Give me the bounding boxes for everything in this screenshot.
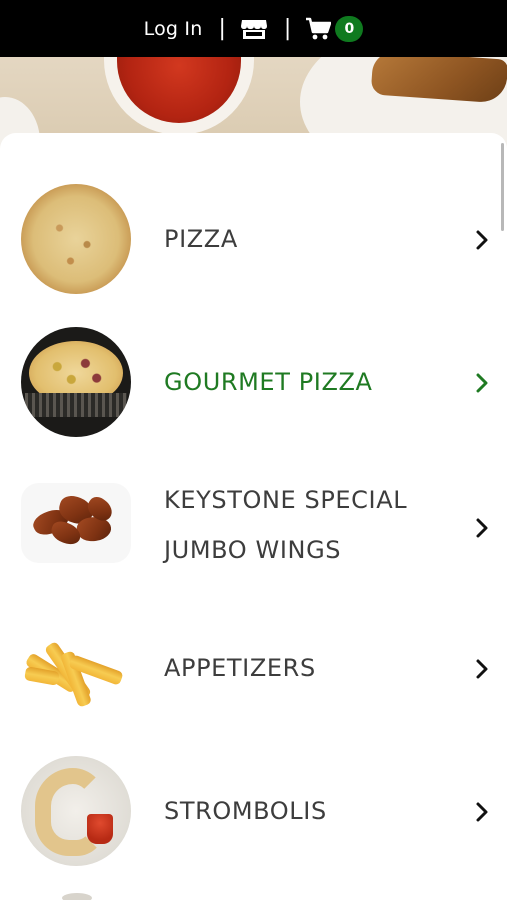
menu-item-label: KEYSTONE SPECIAL JUMBO WINGS — [164, 475, 454, 575]
menu-category-list: PIZZA GOURMET PIZZA KEYSTONE SPECIAL JUM… — [0, 133, 507, 900]
strombolis-thumbnail — [21, 756, 131, 866]
chevron-right-icon — [474, 372, 490, 394]
next-item-thumbnail-peek — [62, 893, 92, 900]
chevron-right-icon — [474, 229, 490, 251]
cart-count-badge[interactable]: 0 — [335, 15, 364, 42]
pizza-rack-image — [25, 393, 127, 417]
sauce-cup-image — [87, 814, 113, 844]
appetizers-thumbnail — [21, 613, 131, 723]
store-icon[interactable] — [240, 18, 268, 40]
gourmet-pizza-thumbnail — [21, 327, 131, 437]
menu-item-label: PIZZA — [164, 225, 238, 253]
menu-item-appetizers[interactable]: APPETIZERS — [0, 603, 507, 733]
menu-item-jumbo-wings[interactable]: KEYSTONE SPECIAL JUMBO WINGS — [0, 463, 507, 593]
menu-item-label: APPETIZERS — [164, 654, 316, 682]
menu-item-strombolis[interactable]: STROMBOLIS — [0, 746, 507, 876]
login-link[interactable]: Log In — [144, 18, 203, 40]
menu-item-label: GOURMET PIZZA — [164, 368, 373, 396]
wings-thumbnail — [21, 483, 131, 563]
cart-icon[interactable] — [305, 17, 332, 41]
menu-item-gourmet-pizza[interactable]: GOURMET PIZZA — [0, 317, 507, 447]
menu-item-label-line2: JUMBO WINGS — [164, 536, 342, 564]
menu-item-pizza[interactable]: PIZZA — [0, 174, 507, 304]
chevron-right-icon — [474, 658, 490, 680]
page: Log In | | 0 PIZZA GOURMET PIZZA KEYSTON… — [0, 0, 507, 900]
chevron-right-icon — [474, 801, 490, 823]
menu-item-label-line1: KEYSTONE SPECIAL — [164, 486, 408, 514]
top-bar: Log In | | 0 — [0, 0, 507, 57]
separator: | — [218, 15, 226, 41]
pizza-thumbnail — [21, 184, 131, 294]
separator: | — [283, 15, 292, 41]
menu-item-label: STROMBOLIS — [164, 797, 327, 825]
chevron-right-icon — [474, 517, 490, 539]
